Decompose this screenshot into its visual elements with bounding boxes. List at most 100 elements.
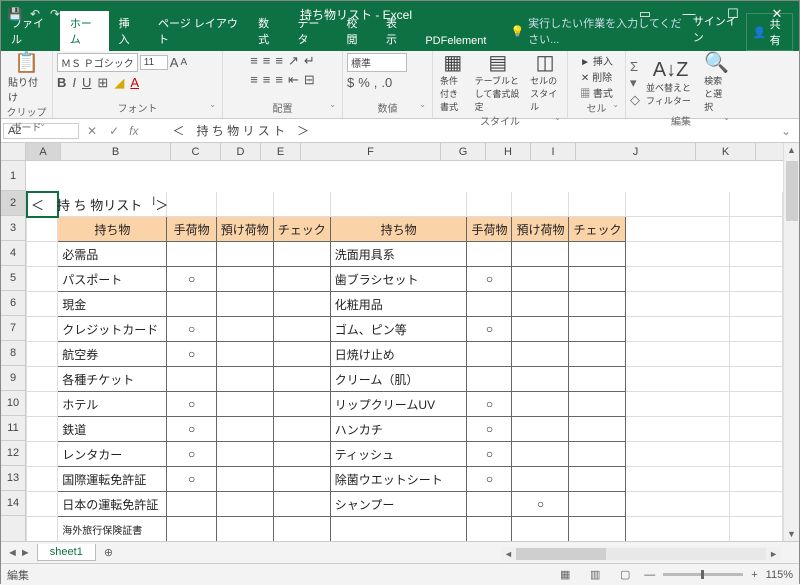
cell-d13[interactable] xyxy=(216,467,273,492)
cell-i9[interactable] xyxy=(569,367,626,392)
cell-e5[interactable] xyxy=(273,267,330,292)
tab-view[interactable]: 表示 xyxy=(376,11,415,51)
inc-dec-icon[interactable]: .0 xyxy=(381,75,392,90)
insert-cells-button[interactable]: ► 挿入 xyxy=(580,53,613,68)
zoom-level[interactable]: 115% xyxy=(766,569,793,581)
cell-i14[interactable] xyxy=(569,492,626,517)
signin-link[interactable]: サインイン xyxy=(693,13,740,51)
row-head-6[interactable]: 6 xyxy=(1,291,25,316)
horizontal-scrollbar[interactable]: ◄ ► xyxy=(501,547,781,561)
shrink-font-icon[interactable]: A xyxy=(180,57,187,68)
clear-icon[interactable]: ◇ xyxy=(630,92,640,108)
hscroll-thumb[interactable] xyxy=(516,548,606,560)
col-head-J[interactable]: J xyxy=(576,143,696,160)
cell-d11[interactable] xyxy=(216,417,273,442)
cell-c13[interactable]: ○ xyxy=(167,467,216,492)
cell-d12[interactable] xyxy=(216,442,273,467)
hdr-left-hand[interactable]: 手荷物 xyxy=(167,217,216,242)
comma-icon[interactable]: , xyxy=(374,75,378,90)
cell-g4[interactable] xyxy=(467,242,512,267)
tab-data[interactable]: データ xyxy=(287,11,336,51)
fill-icon[interactable]: ▾ xyxy=(630,75,640,91)
redo-icon[interactable]: ↷ xyxy=(47,7,63,21)
align-mid-icon[interactable]: ≡ xyxy=(263,53,271,69)
cell-c12[interactable]: ○ xyxy=(167,442,216,467)
cell-h10[interactable] xyxy=(512,392,569,417)
cell-g8[interactable] xyxy=(467,342,512,367)
cancel-formula-icon[interactable]: ✕ xyxy=(81,124,103,138)
hdr-left-check[interactable]: 預け荷物 xyxy=(216,217,273,242)
cell-f5[interactable]: 歯ブラシセット xyxy=(330,267,467,292)
cell-g7[interactable]: ○ xyxy=(467,317,512,342)
cell-styles-button[interactable]: ◫セルのスタイル xyxy=(527,53,563,113)
cell-h7[interactable] xyxy=(512,317,569,342)
zoom-in-icon[interactable]: + xyxy=(751,569,757,581)
col-head-I[interactable]: I xyxy=(531,143,576,160)
cell-h13[interactable] xyxy=(512,467,569,492)
cell-h11[interactable] xyxy=(512,417,569,442)
find-select-button[interactable]: 🔍検索と選択 xyxy=(701,53,732,113)
cell-c6[interactable] xyxy=(167,292,216,317)
hdr-right-hand[interactable]: 手荷物 xyxy=(467,217,512,242)
cell-b14[interactable]: 日本の運転免許証 xyxy=(58,492,167,517)
cell-f6[interactable]: 化粧用品 xyxy=(330,292,467,317)
hdr-right-mark[interactable]: チェック xyxy=(569,217,626,242)
cell-e13[interactable] xyxy=(273,467,330,492)
row-head-7[interactable]: 7 xyxy=(1,316,25,341)
row-head-14[interactable]: 14 xyxy=(1,491,25,516)
cell-i11[interactable] xyxy=(569,417,626,442)
share-button[interactable]: 👤共有 xyxy=(746,13,793,51)
col-head-G[interactable]: G xyxy=(441,143,486,160)
cell-c9[interactable] xyxy=(167,367,216,392)
scroll-down-icon[interactable]: ▼ xyxy=(785,527,798,541)
cell-i7[interactable] xyxy=(569,317,626,342)
cell-i6[interactable] xyxy=(569,292,626,317)
col-head-C[interactable]: C xyxy=(171,143,221,160)
border-icon[interactable]: ⊞ xyxy=(97,75,108,91)
cell-b13[interactable]: 国際運転免許証 xyxy=(58,467,167,492)
hdr-right-item[interactable]: 持ち物 xyxy=(330,217,467,242)
format-table-button[interactable]: ▤テーブルとして書式設定 xyxy=(472,53,525,113)
cell-d7[interactable] xyxy=(216,317,273,342)
cell-b15[interactable]: 海外旅行保険証書 xyxy=(58,517,167,542)
cell-b12[interactable]: レンタカー xyxy=(58,442,167,467)
scroll-thumb[interactable] xyxy=(786,161,798,221)
fx-icon[interactable]: fx xyxy=(125,124,142,138)
cell-i4[interactable] xyxy=(569,242,626,267)
cell-d5[interactable] xyxy=(216,267,273,292)
vertical-scrollbar[interactable]: ▲ ▼ xyxy=(783,143,799,541)
scroll-up-icon[interactable]: ▲ xyxy=(785,143,798,157)
cell-e6[interactable] xyxy=(273,292,330,317)
cell-c14[interactable] xyxy=(167,492,216,517)
indent-dec-icon[interactable]: ⇤ xyxy=(288,72,299,88)
scroll-right-icon[interactable]: ► xyxy=(766,549,781,559)
font-size-select[interactable]: 11 xyxy=(140,55,168,70)
hdr-right-check[interactable]: 預け荷物 xyxy=(512,217,569,242)
row-head-10[interactable]: 10 xyxy=(1,391,25,416)
cell-d4[interactable] xyxy=(216,242,273,267)
format-cells-button[interactable]: ▦ 書式 xyxy=(580,85,613,100)
cell-b9[interactable]: 各種チケット xyxy=(58,367,167,392)
tell-me[interactable]: 💡実行したい作業を入力してください... xyxy=(506,11,692,51)
row-head-8[interactable]: 8 xyxy=(1,341,25,366)
number-format-select[interactable]: 標準 xyxy=(347,53,407,72)
cell-e11[interactable] xyxy=(273,417,330,442)
page-break-icon[interactable]: ▢ xyxy=(614,568,636,581)
grow-font-icon[interactable]: A xyxy=(170,55,179,70)
cell-g12[interactable]: ○ xyxy=(467,442,512,467)
cell-i5[interactable] xyxy=(569,267,626,292)
bold-icon[interactable]: B xyxy=(57,75,66,91)
cell-b6[interactable]: 現金 xyxy=(58,292,167,317)
cell-h5[interactable] xyxy=(512,267,569,292)
add-sheet-button[interactable]: ⊕ xyxy=(96,546,121,559)
zoom-slider[interactable] xyxy=(663,573,743,576)
delete-cells-button[interactable]: ✕ 削除 xyxy=(581,69,612,84)
cell-c8[interactable]: ○ xyxy=(167,342,216,367)
cell-b4[interactable]: 必需品 xyxy=(58,242,167,267)
paste-button[interactable]: 📋貼り付け xyxy=(5,53,48,104)
cell-i8[interactable] xyxy=(569,342,626,367)
cell-b11[interactable]: 鉄道 xyxy=(58,417,167,442)
align-top-icon[interactable]: ≡ xyxy=(250,53,258,69)
cell-g9[interactable] xyxy=(467,367,512,392)
align-bot-icon[interactable]: ≡ xyxy=(275,53,283,69)
